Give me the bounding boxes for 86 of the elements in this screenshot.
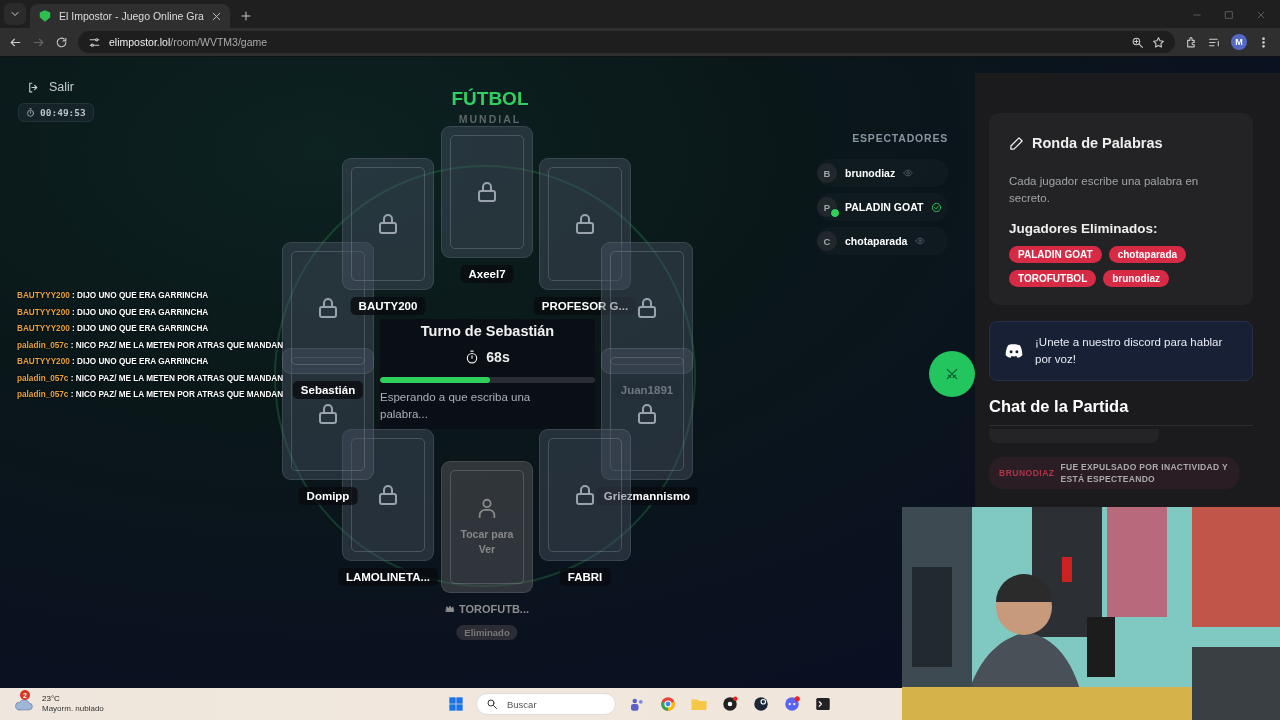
chat-message: paladin_057c : NICO PAZ/ ME LA METEN POR ATRAS QUE MANDAN: [17, 389, 284, 401]
start-icon[interactable]: [448, 696, 464, 712]
lock-icon: [376, 212, 400, 236]
reveal-hint: Tocar para Ver: [459, 527, 515, 557]
site-icon: [38, 9, 52, 23]
invite-banner[interactable]: ¡Unete a nuestro discord para hablar por voz!: [989, 321, 1253, 381]
player-tag: PALADIN GOAT: [1009, 246, 1102, 263]
card-title: Ronda de Palabras: [1032, 135, 1163, 151]
exit-button[interactable]: Salir: [18, 80, 74, 94]
invite-text: ¡Unete a nuestro discord para hablar por voz!: [1035, 335, 1224, 367]
browser-tab[interactable]: El Impostor - Juego Online Gra: [30, 4, 230, 28]
lock-icon: [475, 180, 499, 204]
lock-icon: [635, 402, 659, 426]
terminal-icon[interactable]: [814, 695, 832, 713]
category-title: FÚTBOL: [451, 87, 529, 111]
stopwatch-icon: [465, 350, 480, 364]
spectator-item: P PALADIN GOAT: [817, 193, 948, 221]
pencil-icon: [1009, 135, 1024, 151]
profile-avatar[interactable]: M: [1231, 34, 1247, 50]
lock-icon: [376, 483, 400, 507]
new-tab-icon[interactable]: [239, 10, 252, 22]
chat-message: BAUTYYY200 : DIJO UNO QUE ERA GARRINCHA: [17, 356, 210, 368]
player-card[interactable]: Tocar para Ver: [441, 461, 533, 593]
extension-icon[interactable]: [1185, 35, 1198, 49]
player-name: Sebastián: [292, 381, 364, 399]
tab-title: El Impostor - Juego Online Gra: [59, 10, 204, 22]
crossed-swords-icon: [945, 367, 959, 381]
username: BRUNODIAZ: [999, 468, 1055, 478]
address-bar[interactable]: elimpostor.lol/room/WVTM3/game: [78, 31, 1175, 53]
crown-icon: [444, 604, 455, 614]
spectator-item: C chotaparada: [817, 227, 948, 255]
lock-icon: [316, 296, 340, 320]
turn-title: Turno de Sebastián: [420, 323, 555, 339]
spectator-item: B brunodiaz: [817, 159, 948, 187]
player-name: FABRI: [559, 568, 611, 586]
card-description: Cada jugador escribe una palabra en secreto.: [1009, 174, 1200, 206]
temperature: 23°C: [42, 694, 61, 704]
star-icon[interactable]: [1152, 35, 1165, 49]
player-name: LAMOLINETA...: [337, 568, 439, 586]
player-name: Domipp: [298, 487, 358, 505]
chat-message: BAUTYYY200 : DIJO UNO QUE ERA GARRINCHA: [17, 306, 210, 319]
person-icon: [476, 497, 498, 519]
chat-message: BAUTYYY200 : DIJO UNO QUE ERA GARRINCHA: [17, 290, 210, 302]
lock-icon: [573, 212, 597, 236]
message-text: FUE EXPULSADO POR INACTIVIDAD Y ESTÁ ESPECTEANDO: [1060, 461, 1229, 485]
floating-button[interactable]: [929, 351, 975, 397]
player-name: Axeel7: [460, 265, 514, 283]
section-heading: Jugadores Eliminados:: [1009, 221, 1159, 236]
status-badge: Eliminado: [456, 625, 518, 640]
chat-message: BAUTYYY200 : DIJO UNO QUE ERA GARRINCHA: [17, 323, 210, 335]
exit-icon: [27, 80, 40, 94]
controller-icon: [1004, 343, 1024, 359]
player-name: BAUTY200: [350, 297, 426, 315]
record-icon[interactable]: [721, 695, 739, 713]
lock-icon: [573, 483, 597, 507]
player-name: TOROFUTB...: [436, 600, 538, 618]
sliders-icon: [88, 35, 101, 49]
avatar-initial: B: [817, 163, 837, 183]
subcategory: MUNDIAL: [458, 113, 522, 125]
browser-icon[interactable]: [659, 695, 677, 713]
avatar-initial: P: [817, 197, 837, 217]
search-field[interactable]: Buscar: [476, 693, 616, 715]
zoom-icon[interactable]: [1131, 35, 1144, 49]
search-icon: [486, 698, 498, 710]
turn-timer: 68s: [465, 349, 510, 365]
lock-icon: [316, 402, 340, 426]
player-tag: TOROFUTBOL: [1009, 270, 1097, 287]
close-icon[interactable]: [210, 10, 222, 22]
weather-condition: Mayorm. nublado: [42, 704, 104, 714]
url-text: elimpostor.lol/room/WVTM3/game: [109, 36, 268, 48]
stopwatch-icon: [26, 108, 35, 117]
lock-icon: [635, 296, 659, 320]
chat-title: Chat de la Partida: [989, 397, 1130, 416]
chat-message: paladin_057c : NICO PAZ/ ME LA METEN POR ATRAS QUE MANDAN: [17, 339, 284, 352]
player-tag: chotaparada: [1108, 246, 1187, 263]
controller-app-icon[interactable]: [783, 695, 801, 713]
section-heading: ESPECTADORES: [851, 132, 948, 144]
avatar-initial: C: [817, 231, 837, 251]
chat-message: paladin_057c : NICO PAZ/ ME LA METEN POR ATRAS QUE MANDAN: [17, 372, 284, 385]
status-text: Esperando a que escriba una palabra...: [380, 390, 532, 422]
reload-icon[interactable]: [55, 35, 68, 49]
player-tag: brunodiaz: [1103, 270, 1170, 287]
player-name: Griezmannismo: [595, 487, 699, 505]
tab-search-button[interactable]: [4, 3, 26, 25]
elapsed-timer: 00:49:53: [18, 103, 94, 122]
player-name: PROFESOR G...: [533, 297, 637, 315]
